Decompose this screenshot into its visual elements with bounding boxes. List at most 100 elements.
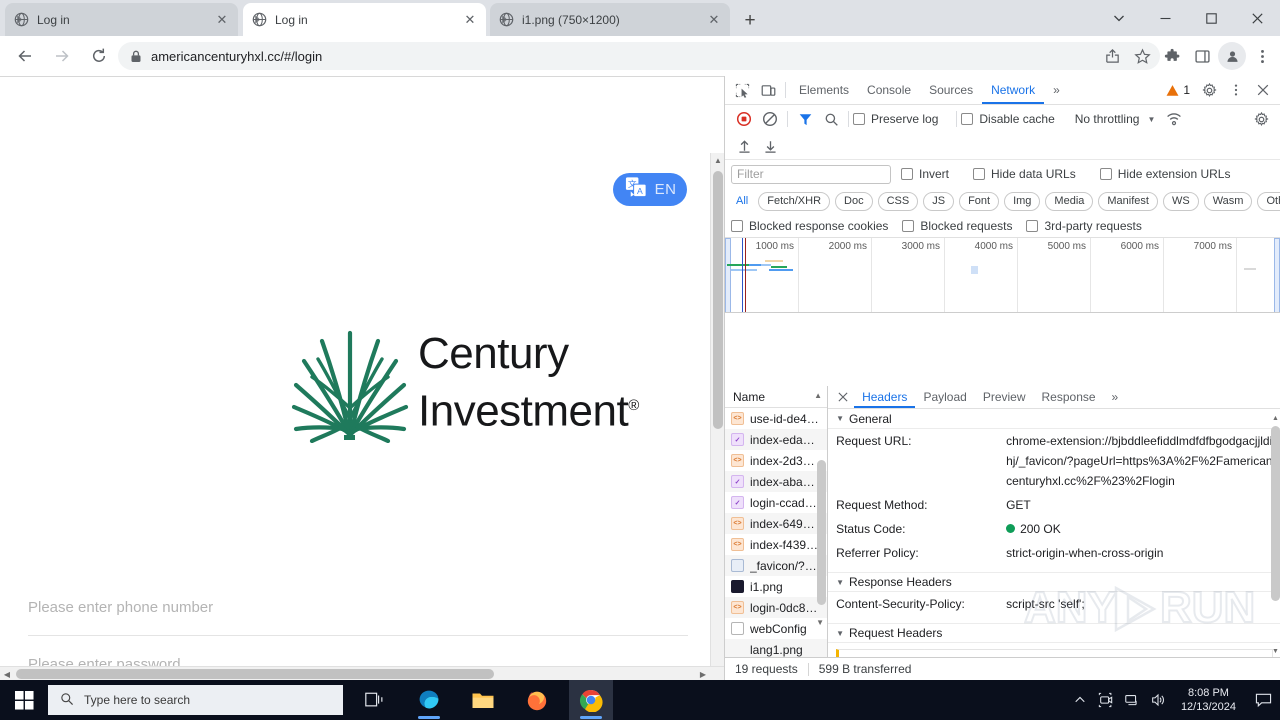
type-filter-font[interactable]: Font bbox=[959, 191, 1000, 211]
back-button[interactable] bbox=[9, 40, 41, 72]
show-hidden-icons-icon[interactable] bbox=[1067, 680, 1093, 720]
google-chrome-icon[interactable] bbox=[569, 680, 613, 720]
request-row-index-eda9f592-css[interactable]: ✓ index-eda9f592.css bbox=[725, 429, 828, 450]
browser-tab-1[interactable]: Log in ✕ bbox=[5, 3, 238, 36]
checkbox-box[interactable] bbox=[973, 168, 986, 180]
type-filter-js[interactable]: JS bbox=[923, 191, 955, 211]
devtools-tab-network[interactable]: Network bbox=[982, 76, 1045, 104]
hide-data-urls-checkbox[interactable]: Hide data URLs bbox=[973, 167, 1076, 181]
browser-tab-2[interactable]: Log in ✕ bbox=[243, 3, 486, 36]
detail-tab-payload[interactable]: Payload bbox=[915, 386, 974, 408]
close-button[interactable] bbox=[1234, 2, 1280, 34]
type-filter-other[interactable]: Other bbox=[1257, 191, 1280, 211]
action-center-icon[interactable] bbox=[1246, 680, 1280, 720]
task-view-icon[interactable] bbox=[353, 680, 397, 720]
request-row-webconfig[interactable]: webConfig bbox=[725, 618, 827, 639]
clear-network-log-icon[interactable] bbox=[757, 107, 783, 132]
sort-ascending-icon[interactable]: ▲ bbox=[814, 391, 822, 400]
invert-checkbox[interactable]: Invert bbox=[901, 167, 949, 181]
taskbar-search-box[interactable]: Type here to search bbox=[48, 685, 343, 715]
inspect-element-icon[interactable] bbox=[729, 78, 755, 103]
volume-icon[interactable] bbox=[1145, 680, 1171, 720]
request-row-index-aba637ae-css[interactable]: ✓ index-aba637ae.css bbox=[725, 471, 828, 492]
type-filter-manifest[interactable]: Manifest bbox=[1098, 191, 1158, 211]
type-filter-wasm[interactable]: Wasm bbox=[1203, 191, 1253, 211]
filter-funnel-icon[interactable] bbox=[792, 107, 818, 132]
network-conditions-icon[interactable] bbox=[1161, 107, 1187, 132]
network-settings-gear-icon[interactable] bbox=[1248, 107, 1274, 132]
browser-tab-3[interactable]: i1.png (750×1200) ✕ bbox=[490, 3, 730, 36]
detail-more-tabs-icon[interactable]: » bbox=[1104, 386, 1127, 408]
section-request-headers-header[interactable]: ▼ Request Headers bbox=[828, 623, 1280, 643]
checkbox-box[interactable] bbox=[961, 113, 974, 125]
page-horizontal-scroll-thumb[interactable] bbox=[16, 669, 494, 679]
disable-cache-checkbox[interactable]: Disable cache bbox=[961, 112, 1055, 126]
checkbox-box[interactable] bbox=[1099, 168, 1112, 180]
third-party-requests-checkbox[interactable]: 3rd-party requests bbox=[1026, 219, 1142, 233]
page-vertical-scrollbar[interactable]: ▲ ▼ bbox=[710, 153, 724, 680]
request-row-index-2d331c42-js[interactable]: <> index-2d331c42.js bbox=[725, 450, 827, 471]
export-har-icon[interactable] bbox=[757, 134, 783, 159]
request-name-column-header[interactable]: Name ▲ bbox=[725, 386, 828, 408]
bookmark-star-icon[interactable] bbox=[1128, 42, 1156, 70]
devtools-tab-console[interactable]: Console bbox=[858, 76, 920, 104]
camera-icon[interactable] bbox=[1093, 680, 1119, 720]
request-row-lang1-png[interactable]: lang1.png bbox=[725, 639, 828, 657]
checkbox-box[interactable] bbox=[902, 219, 915, 232]
file-explorer-icon[interactable] bbox=[461, 680, 505, 720]
list-scroll-down-icon[interactable]: ▼ bbox=[816, 618, 824, 627]
filter-input[interactable]: Filter bbox=[731, 164, 891, 184]
devtools-more-tabs-icon[interactable]: » bbox=[1044, 76, 1069, 104]
side-panel-icon[interactable] bbox=[1188, 42, 1216, 70]
network-icon[interactable] bbox=[1119, 680, 1145, 720]
request-list[interactable]: <> use-id-de4b6919.js ✓ index-eda9f592.c… bbox=[725, 408, 828, 657]
checkbox-box[interactable] bbox=[1026, 219, 1039, 232]
type-filter-css[interactable]: CSS bbox=[877, 191, 919, 211]
type-filter-media[interactable]: Media bbox=[1045, 191, 1094, 211]
page-horizontal-scrollbar[interactable]: ◀ ▶ bbox=[0, 666, 724, 680]
request-row-index-64947e72-js[interactable]: <> index-64947e72.js bbox=[725, 513, 828, 534]
scroll-left-arrow-icon[interactable]: ◀ bbox=[0, 667, 14, 680]
request-row-login-0dc88029-js[interactable]: <> login-0dc88029.js bbox=[725, 597, 828, 618]
page-vertical-scroll-thumb[interactable] bbox=[713, 171, 723, 429]
reload-button[interactable] bbox=[83, 40, 115, 72]
scroll-right-arrow-icon[interactable]: ▶ bbox=[696, 667, 710, 680]
profile-avatar-icon[interactable] bbox=[1218, 42, 1246, 70]
request-row-login-ccad8dbc-css[interactable]: ✓ login-ccad8dbc.css bbox=[725, 492, 827, 513]
translate-button[interactable]: 文 A EN bbox=[613, 173, 687, 206]
devtools-tab-sources[interactable]: Sources bbox=[920, 76, 982, 104]
device-toolbar-icon[interactable] bbox=[755, 78, 781, 103]
preserve-log-checkbox[interactable]: Preserve log bbox=[853, 112, 938, 126]
microsoft-edge-icon[interactable] bbox=[407, 680, 451, 720]
taskbar-clock[interactable]: 8:08 PM 12/13/2024 bbox=[1171, 686, 1246, 714]
checkbox-box[interactable] bbox=[731, 219, 743, 232]
minimize-button[interactable] bbox=[1142, 2, 1188, 34]
type-filter-fetch-xhr[interactable]: Fetch/XHR bbox=[758, 191, 831, 211]
scroll-up-arrow-icon[interactable]: ▲ bbox=[711, 153, 724, 167]
warning-badge[interactable]: 1 bbox=[1166, 83, 1190, 97]
record-button-icon[interactable] bbox=[731, 107, 757, 132]
close-icon[interactable]: ✕ bbox=[462, 12, 478, 28]
search-tabs-button[interactable] bbox=[1096, 2, 1142, 34]
network-overview-timeline[interactable]: 1000 ms 2000 ms 3000 ms 4000 ms 5000 ms … bbox=[725, 238, 1280, 313]
close-icon[interactable] bbox=[1250, 78, 1276, 103]
request-row-index-f439c99a-js[interactable]: <> index-f439c99a.js bbox=[725, 534, 827, 555]
detail-tab-response[interactable]: Response bbox=[1034, 386, 1104, 408]
hide-extension-urls-checkbox[interactable]: Hide extension URLs bbox=[1099, 167, 1230, 181]
section-response-headers-header[interactable]: ▼ Response Headers bbox=[828, 572, 1280, 592]
gear-icon[interactable] bbox=[1196, 78, 1222, 103]
request-row-favicon-1[interactable]: _favicon/?pageUrl=https%3... bbox=[725, 555, 828, 576]
detail-tab-headers[interactable]: Headers bbox=[854, 386, 916, 408]
phone-field[interactable]: Please enter phone number bbox=[28, 580, 688, 636]
share-icon[interactable] bbox=[1098, 42, 1126, 70]
chrome-menu-icon[interactable] bbox=[1248, 42, 1276, 70]
devtools-tab-elements[interactable]: Elements bbox=[790, 76, 858, 104]
kebab-menu-icon[interactable] bbox=[1223, 78, 1249, 103]
checkbox-box[interactable] bbox=[853, 113, 865, 125]
type-filter-img[interactable]: Img bbox=[1004, 191, 1041, 211]
request-row-use-id[interactable]: <> use-id-de4b6919.js bbox=[725, 408, 827, 429]
maximize-button[interactable] bbox=[1188, 2, 1234, 34]
type-filter-all[interactable]: All bbox=[731, 192, 753, 211]
type-filter-doc[interactable]: Doc bbox=[835, 191, 873, 211]
timeline-right-handle[interactable] bbox=[1274, 238, 1280, 312]
